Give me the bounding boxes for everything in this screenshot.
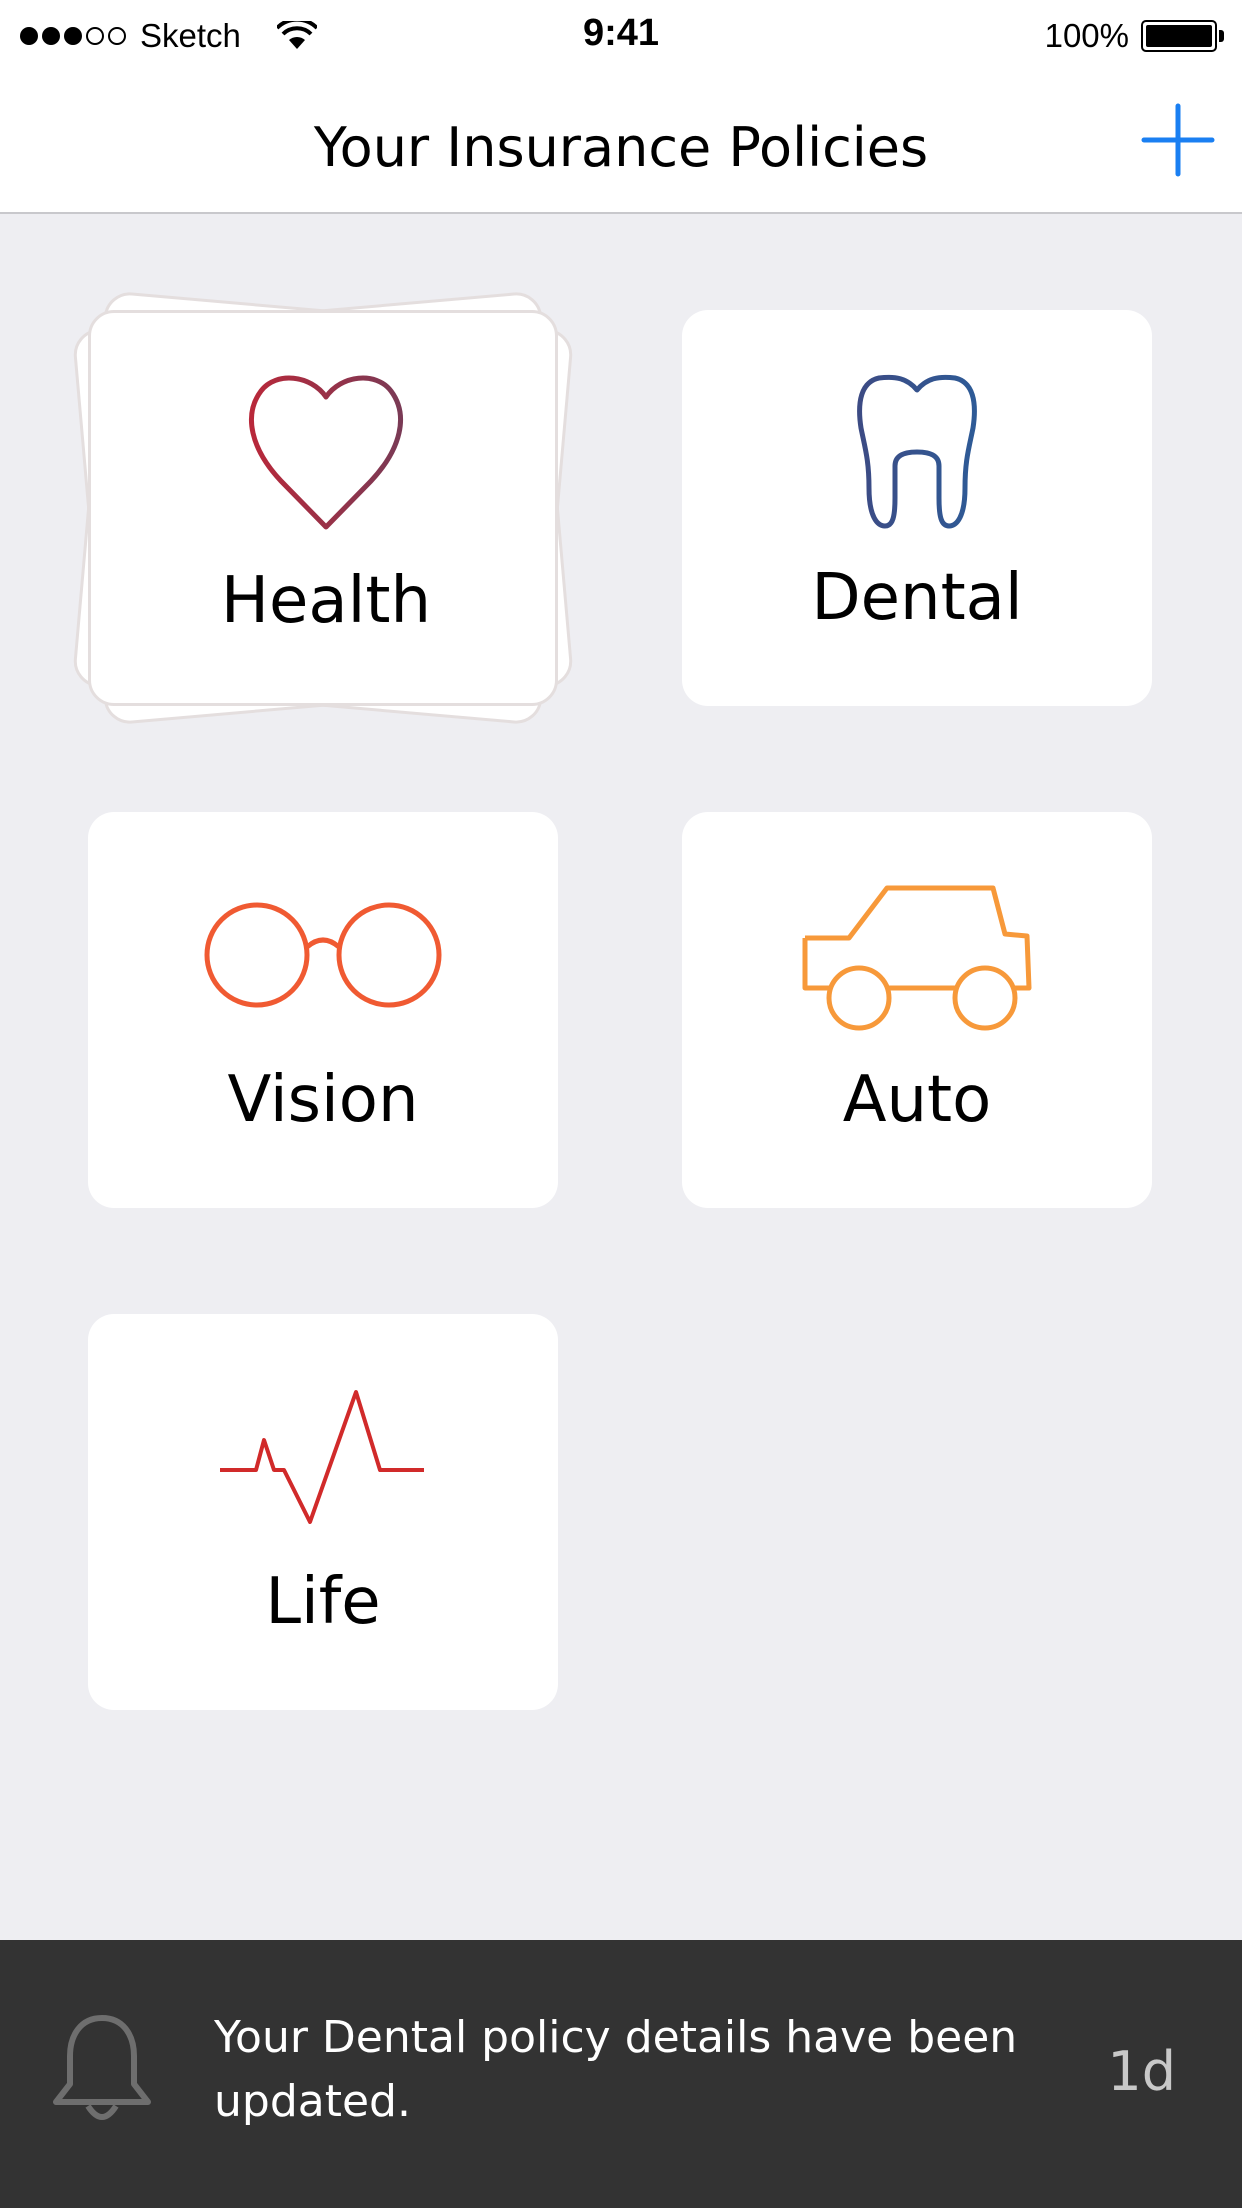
notification-time: 1d [1107, 2040, 1176, 2103]
battery-percent: 100% [1044, 17, 1129, 54]
notification-banner[interactable]: Your Dental policy details have been upd… [0, 1940, 1242, 2208]
policy-label: Dental [811, 561, 1023, 635]
policy-label: Health [220, 564, 432, 638]
heartbeat-icon [220, 1390, 424, 1524]
policy-card-life[interactable]: Life [88, 1314, 558, 1710]
plus-icon[interactable] [1140, 102, 1216, 178]
policy-label: Life [265, 1565, 381, 1639]
policy-card-health[interactable]: Health [88, 310, 558, 706]
policy-label: Vision [227, 1063, 419, 1137]
glasses-icon [204, 902, 442, 1008]
battery-status: 100% [1045, 14, 1224, 58]
car-icon [802, 885, 1032, 1031]
policy-label: Auto [842, 1063, 992, 1137]
policy-card-auto[interactable]: Auto [682, 812, 1152, 1208]
notification-message: Your Dental policy details have been upd… [214, 2012, 1018, 2127]
heart-icon [248, 375, 404, 530]
policy-card-vision[interactable]: Vision [88, 812, 558, 1208]
page-title: Your Insurance Policies [313, 116, 929, 179]
battery-icon [1141, 20, 1217, 52]
tooth-icon [857, 374, 977, 529]
policy-card-dental[interactable]: Dental [682, 310, 1152, 706]
bell-icon [53, 2015, 151, 2120]
navigation-bar: Your Insurance Policies [0, 72, 1242, 214]
status-bar: Sketch 9:41 100% [0, 0, 1242, 72]
